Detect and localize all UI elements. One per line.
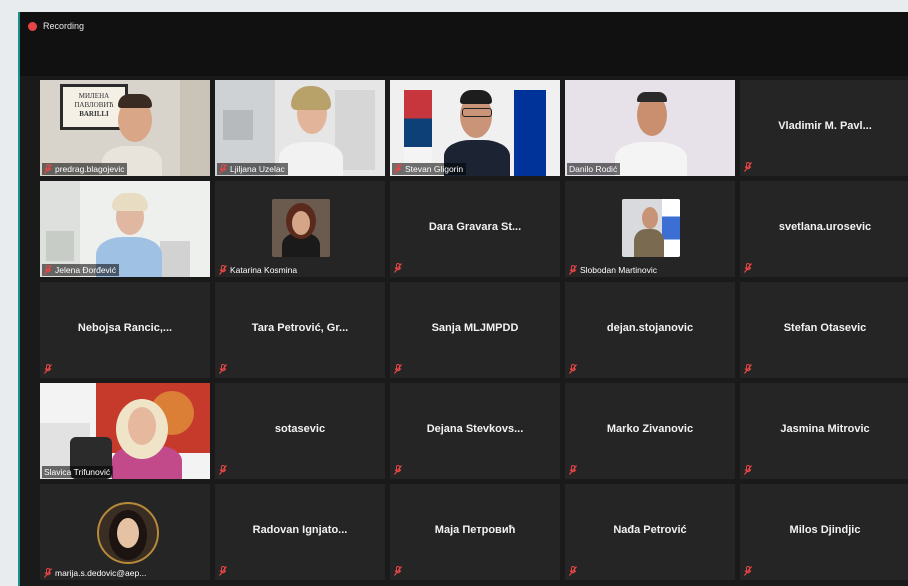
- participant-avatar: [272, 199, 330, 257]
- participant-name: Radovan Ignjato...: [252, 524, 348, 536]
- poster-line-1: МИЛЕНА: [78, 92, 110, 100]
- participant-tile[interactable]: Radovan Ignjato...: [215, 484, 385, 580]
- participant-tile[interactable]: Stevan Gligorin: [390, 80, 560, 176]
- participant-name-label: predrag.blagojevic: [42, 163, 128, 175]
- participant-tile[interactable]: Nebojsa Rancic,...: [40, 282, 210, 378]
- muted-mic-icon: [744, 263, 752, 273]
- muted-mic-icon: [394, 566, 402, 576]
- participant-tile[interactable]: Jasmina Mitrovic: [740, 383, 908, 479]
- muted-mic-icon: [569, 566, 577, 576]
- participant-name: Vladimir M. Pavl...: [778, 120, 872, 132]
- participant-name: Slobodan Martinovic: [580, 265, 658, 275]
- participant-name-label: Katarina Kosmina: [217, 264, 300, 276]
- participant-tile[interactable]: Katarina Kosmina: [215, 181, 385, 277]
- participant-tile[interactable]: Slavica Trifunović: [40, 383, 210, 479]
- participant-tile[interactable]: Marko Zivanovic: [565, 383, 735, 479]
- muted-mic-icon: [44, 164, 52, 174]
- recording-indicator[interactable]: Recording: [28, 21, 84, 31]
- participant-name: Tara Petrović, Gr...: [251, 322, 349, 334]
- muted-mic-icon: [219, 364, 227, 374]
- participant-tile[interactable]: Dara Gravara St...: [390, 181, 560, 277]
- poster-line-2: ПАВЛОВИЋ: [74, 101, 114, 109]
- muted-mic-icon: [744, 364, 752, 374]
- participant-tile[interactable]: Stefan Otasevic: [740, 282, 908, 378]
- muted-mic-icon: [394, 364, 402, 374]
- muted-mic-icon: [219, 465, 227, 475]
- participant-name: Ljiljana Uzelac: [230, 164, 285, 174]
- meeting-window: Recording МИЛЕНА ПАВЛОВИЋ BARILLI predra…: [18, 12, 908, 586]
- participant-tile[interactable]: Ljiljana Uzelac: [215, 80, 385, 176]
- participant-name: Danilo Rodić: [569, 164, 618, 174]
- participant-tile[interactable]: Маја Петровић: [390, 484, 560, 580]
- muted-mic-icon: [569, 465, 577, 475]
- participant-name: Nebojsa Rancic,...: [77, 322, 173, 334]
- participant-name-label: Jelena Đorđević: [42, 264, 119, 276]
- participant-tile[interactable]: dejan.stojanovic: [565, 282, 735, 378]
- participant-name: Slavica Trifunović: [44, 467, 111, 477]
- muted-mic-icon: [44, 265, 52, 275]
- participant-name-label: Ljiljana Uzelac: [217, 163, 288, 175]
- muted-mic-icon: [44, 568, 52, 578]
- muted-mic-icon: [219, 566, 227, 576]
- muted-mic-icon: [744, 566, 752, 576]
- muted-mic-icon: [219, 265, 227, 275]
- participant-name-label: Slavica Trifunović: [42, 466, 114, 478]
- muted-mic-icon: [394, 164, 402, 174]
- participant-name-label: Slobodan Martinovic: [567, 264, 660, 276]
- muted-mic-icon: [744, 465, 752, 475]
- participant-tile[interactable]: Tara Petrović, Gr...: [215, 282, 385, 378]
- participant-tile[interactable]: Milos Djindjic: [740, 484, 908, 580]
- participant-tile[interactable]: Slobodan Martinovic: [565, 181, 735, 277]
- participant-name: Milos Djindjic: [789, 524, 861, 536]
- participant-tile[interactable]: Sanja MLJMPDD: [390, 282, 560, 378]
- participant-name: Marko Zivanovic: [606, 423, 694, 435]
- participant-name: marija.s.dedovic@aep...: [55, 568, 147, 578]
- participant-name: Stevan Gligorin: [405, 164, 464, 174]
- participant-tile[interactable]: Jelena Đorđević: [40, 181, 210, 277]
- participant-name: sotasevic: [274, 423, 326, 435]
- participant-name: Katarina Kosmina: [230, 265, 298, 275]
- participant-tile[interactable]: МИЛЕНА ПАВЛОВИЋ BARILLI predrag.blagojev…: [40, 80, 210, 176]
- muted-mic-icon: [394, 465, 402, 475]
- participant-tile[interactable]: Dejana Stevkovs...: [390, 383, 560, 479]
- participant-tile[interactable]: Nađa Petrović: [565, 484, 735, 580]
- participant-name: Sanja MLJMPDD: [431, 322, 519, 334]
- participant-name: svetlana.urosevic: [778, 221, 872, 233]
- participant-name-label: marija.s.dedovic@aep...: [42, 567, 149, 579]
- participant-name: Jasmina Mitrovic: [780, 423, 870, 435]
- participant-tile-active-speaker[interactable]: Danilo Rodić: [565, 80, 735, 176]
- muted-mic-icon: [44, 364, 52, 374]
- participant-tile[interactable]: marija.s.dedovic@aep...: [40, 484, 210, 580]
- participant-name: Stefan Otasevic: [783, 322, 867, 334]
- participant-tile[interactable]: sotasevic: [215, 383, 385, 479]
- muted-mic-icon: [394, 263, 402, 273]
- recording-label: Recording: [43, 21, 85, 31]
- participant-name-label: Stevan Gligorin: [392, 163, 467, 175]
- muted-mic-icon: [219, 164, 227, 174]
- participant-name: dejan.stojanovic: [606, 322, 694, 334]
- poster-line-3: BARILLI: [79, 110, 109, 118]
- muted-mic-icon: [569, 265, 577, 275]
- recording-dot-icon: [28, 21, 37, 31]
- participant-name: Nađa Petrović: [613, 524, 687, 536]
- participant-avatar: [97, 502, 159, 564]
- participant-tile[interactable]: Vladimir M. Pavl...: [740, 80, 908, 176]
- muted-mic-icon: [569, 364, 577, 374]
- participant-tile[interactable]: svetlana.urosevic: [740, 181, 908, 277]
- muted-mic-icon: [744, 162, 752, 172]
- top-bar: Recording: [20, 12, 908, 76]
- participant-name-label: Danilo Rodić: [567, 163, 621, 175]
- participant-name: Маја Петровић: [434, 524, 516, 536]
- participant-avatar: [622, 199, 680, 257]
- participant-name: Dejana Stevkovs...: [426, 423, 524, 435]
- participant-name: predrag.blagojevic: [55, 164, 125, 174]
- participant-name: Jelena Đorđević: [55, 265, 116, 275]
- participant-grid: МИЛЕНА ПАВЛОВИЋ BARILLI predrag.blagojev…: [40, 80, 908, 580]
- participant-name: Dara Gravara St...: [428, 221, 522, 233]
